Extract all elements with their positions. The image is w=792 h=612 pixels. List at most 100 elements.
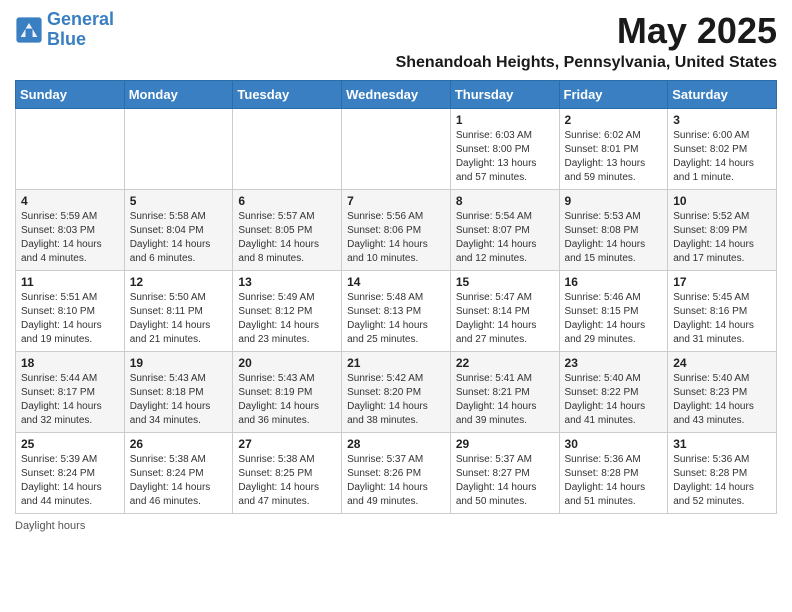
day-info: Sunrise: 5:38 AMSunset: 8:24 PMDaylight:… [130,453,228,509]
day-number: 18 [21,356,119,370]
logo: General Blue [15,10,114,50]
calendar-cell [342,109,451,190]
day-number: 21 [347,356,445,370]
weekday-header-thursday: Thursday [450,81,559,109]
calendar-cell: 29Sunrise: 5:37 AMSunset: 8:27 PMDayligh… [450,433,559,514]
day-number: 8 [456,194,554,208]
day-number: 4 [21,194,119,208]
calendar-week-1: 1 Sunrise: 6:03 AMSunset: 8:00 PMDaylight… [16,109,777,190]
day-number: 10 [673,194,771,208]
day-number: 16 [565,275,663,289]
logo-text: General Blue [47,10,114,50]
weekday-header-tuesday: Tuesday [233,81,342,109]
day-number: 24 [673,356,771,370]
day-number: 11 [21,275,119,289]
day-info: Sunrise: 5:42 AMSunset: 8:20 PMDaylight:… [347,372,445,428]
calendar-cell: 22Sunrise: 5:41 AMSunset: 8:21 PMDayligh… [450,352,559,433]
day-number: 28 [347,437,445,451]
calendar-cell: 12 Sunrise: 5:50 AMSunset: 8:11 PMDayligh… [124,271,233,352]
day-number: 20 [238,356,336,370]
calendar-cell: 13 Sunrise: 5:49 AMSunset: 8:12 PMDayligh… [233,271,342,352]
calendar-cell: 19 Sunrise: 5:43 AMSunset: 8:18 PMDayligh… [124,352,233,433]
day-number: 27 [238,437,336,451]
day-number: 23 [565,356,663,370]
day-info: Sunrise: 6:03 AMSunset: 8:00 PMDaylight:… [456,129,554,185]
calendar-cell: 11Sunrise: 5:51 AMSunset: 8:10 PMDayligh… [16,271,125,352]
day-number: 6 [238,194,336,208]
calendar-cell: 15 Sunrise: 5:47 AMSunset: 8:14 PMDayligh… [450,271,559,352]
calendar-cell: 4 Sunrise: 5:59 AMSunset: 8:03 PMDaylight… [16,190,125,271]
calendar-cell [16,109,125,190]
calendar-cell: 5 Sunrise: 5:58 AMSunset: 8:04 PMDaylight… [124,190,233,271]
calendar-cell: 10 Sunrise: 5:52 AMSunset: 8:09 PMDayligh… [668,190,777,271]
day-info: Sunrise: 5:59 AMSunset: 8:03 PMDaylight:… [21,210,119,266]
calendar-cell [233,109,342,190]
calendar-header-row: SundayMondayTuesdayWednesdayThursdayFrid… [16,81,777,109]
calendar-cell: 30 Sunrise: 5:36 AMSunset: 8:28 PMDayligh… [559,433,668,514]
day-number: 13 [238,275,336,289]
day-info: Sunrise: 5:40 AMSunset: 8:23 PMDaylight:… [673,372,771,428]
day-info: Sunrise: 5:47 AMSunset: 8:14 PMDaylight:… [456,291,554,347]
calendar-week-5: 25 Sunrise: 5:39 AMSunset: 8:24 PMDayligh… [16,433,777,514]
day-number: 25 [21,437,119,451]
day-number: 17 [673,275,771,289]
day-number: 15 [456,275,554,289]
calendar-cell: 1 Sunrise: 6:03 AMSunset: 8:00 PMDaylight… [450,109,559,190]
day-number: 30 [565,437,663,451]
page-header: General Blue May 2025 Shenandoah Heights… [15,10,777,72]
calendar-cell: 28Sunrise: 5:37 AMSunset: 8:26 PMDayligh… [342,433,451,514]
day-number: 14 [347,275,445,289]
day-info: Sunrise: 5:54 AMSunset: 8:07 PMDaylight:… [456,210,554,266]
main-title: May 2025 [396,10,777,52]
day-info: Sunrise: 5:48 AMSunset: 8:13 PMDaylight:… [347,291,445,347]
day-info: Sunrise: 5:43 AMSunset: 8:18 PMDaylight:… [130,372,228,428]
calendar-cell: 18Sunrise: 5:44 AMSunset: 8:17 PMDayligh… [16,352,125,433]
weekday-header-saturday: Saturday [668,81,777,109]
day-number: 2 [565,113,663,127]
day-info: Sunrise: 6:02 AMSunset: 8:01 PMDaylight:… [565,129,663,185]
day-info: Sunrise: 5:52 AMSunset: 8:09 PMDaylight:… [673,210,771,266]
day-number: 31 [673,437,771,451]
day-number: 5 [130,194,228,208]
day-info: Sunrise: 5:39 AMSunset: 8:24 PMDaylight:… [21,453,119,509]
day-info: Sunrise: 5:58 AMSunset: 8:04 PMDaylight:… [130,210,228,266]
day-info: Sunrise: 5:43 AMSunset: 8:19 PMDaylight:… [238,372,336,428]
day-number: 12 [130,275,228,289]
calendar-cell: 3 Sunrise: 6:00 AMSunset: 8:02 PMDaylight… [668,109,777,190]
day-info: Sunrise: 6:00 AMSunset: 8:02 PMDaylight:… [673,129,771,185]
weekday-header-wednesday: Wednesday [342,81,451,109]
title-section: May 2025 Shenandoah Heights, Pennsylvani… [396,10,777,72]
day-info: Sunrise: 5:57 AMSunset: 8:05 PMDaylight:… [238,210,336,266]
day-number: 29 [456,437,554,451]
day-info: Sunrise: 5:36 AMSunset: 8:28 PMDaylight:… [673,453,771,509]
calendar-cell: 21 Sunrise: 5:42 AMSunset: 8:20 PMDayligh… [342,352,451,433]
weekday-header-monday: Monday [124,81,233,109]
day-number: 7 [347,194,445,208]
day-info: Sunrise: 5:40 AMSunset: 8:22 PMDaylight:… [565,372,663,428]
footer-note: Daylight hours [15,520,777,532]
calendar-cell: 17Sunrise: 5:45 AMSunset: 8:16 PMDayligh… [668,271,777,352]
day-number: 26 [130,437,228,451]
day-number: 9 [565,194,663,208]
day-info: Sunrise: 5:53 AMSunset: 8:08 PMDaylight:… [565,210,663,266]
calendar-cell: 24 Sunrise: 5:40 AMSunset: 8:23 PMDayligh… [668,352,777,433]
day-info: Sunrise: 5:49 AMSunset: 8:12 PMDaylight:… [238,291,336,347]
calendar-week-2: 4 Sunrise: 5:59 AMSunset: 8:03 PMDaylight… [16,190,777,271]
weekday-header-sunday: Sunday [16,81,125,109]
calendar-cell: 27Sunrise: 5:38 AMSunset: 8:25 PMDayligh… [233,433,342,514]
calendar-cell: 26 Sunrise: 5:38 AMSunset: 8:24 PMDayligh… [124,433,233,514]
calendar-cell [124,109,233,190]
day-info: Sunrise: 5:41 AMSunset: 8:21 PMDaylight:… [456,372,554,428]
day-number: 3 [673,113,771,127]
weekday-header-friday: Friday [559,81,668,109]
day-number: 1 [456,113,554,127]
calendar-cell: 6 Sunrise: 5:57 AMSunset: 8:05 PMDaylight… [233,190,342,271]
day-number: 19 [130,356,228,370]
day-info: Sunrise: 5:50 AMSunset: 8:11 PMDaylight:… [130,291,228,347]
calendar-cell: 8 Sunrise: 5:54 AMSunset: 8:07 PMDaylight… [450,190,559,271]
calendar-cell: 14 Sunrise: 5:48 AMSunset: 8:13 PMDayligh… [342,271,451,352]
calendar-cell: 25 Sunrise: 5:39 AMSunset: 8:24 PMDayligh… [16,433,125,514]
day-info: Sunrise: 5:36 AMSunset: 8:28 PMDaylight:… [565,453,663,509]
calendar-cell: 31 Sunrise: 5:36 AMSunset: 8:28 PMDayligh… [668,433,777,514]
calendar-cell: 23 Sunrise: 5:40 AMSunset: 8:22 PMDayligh… [559,352,668,433]
